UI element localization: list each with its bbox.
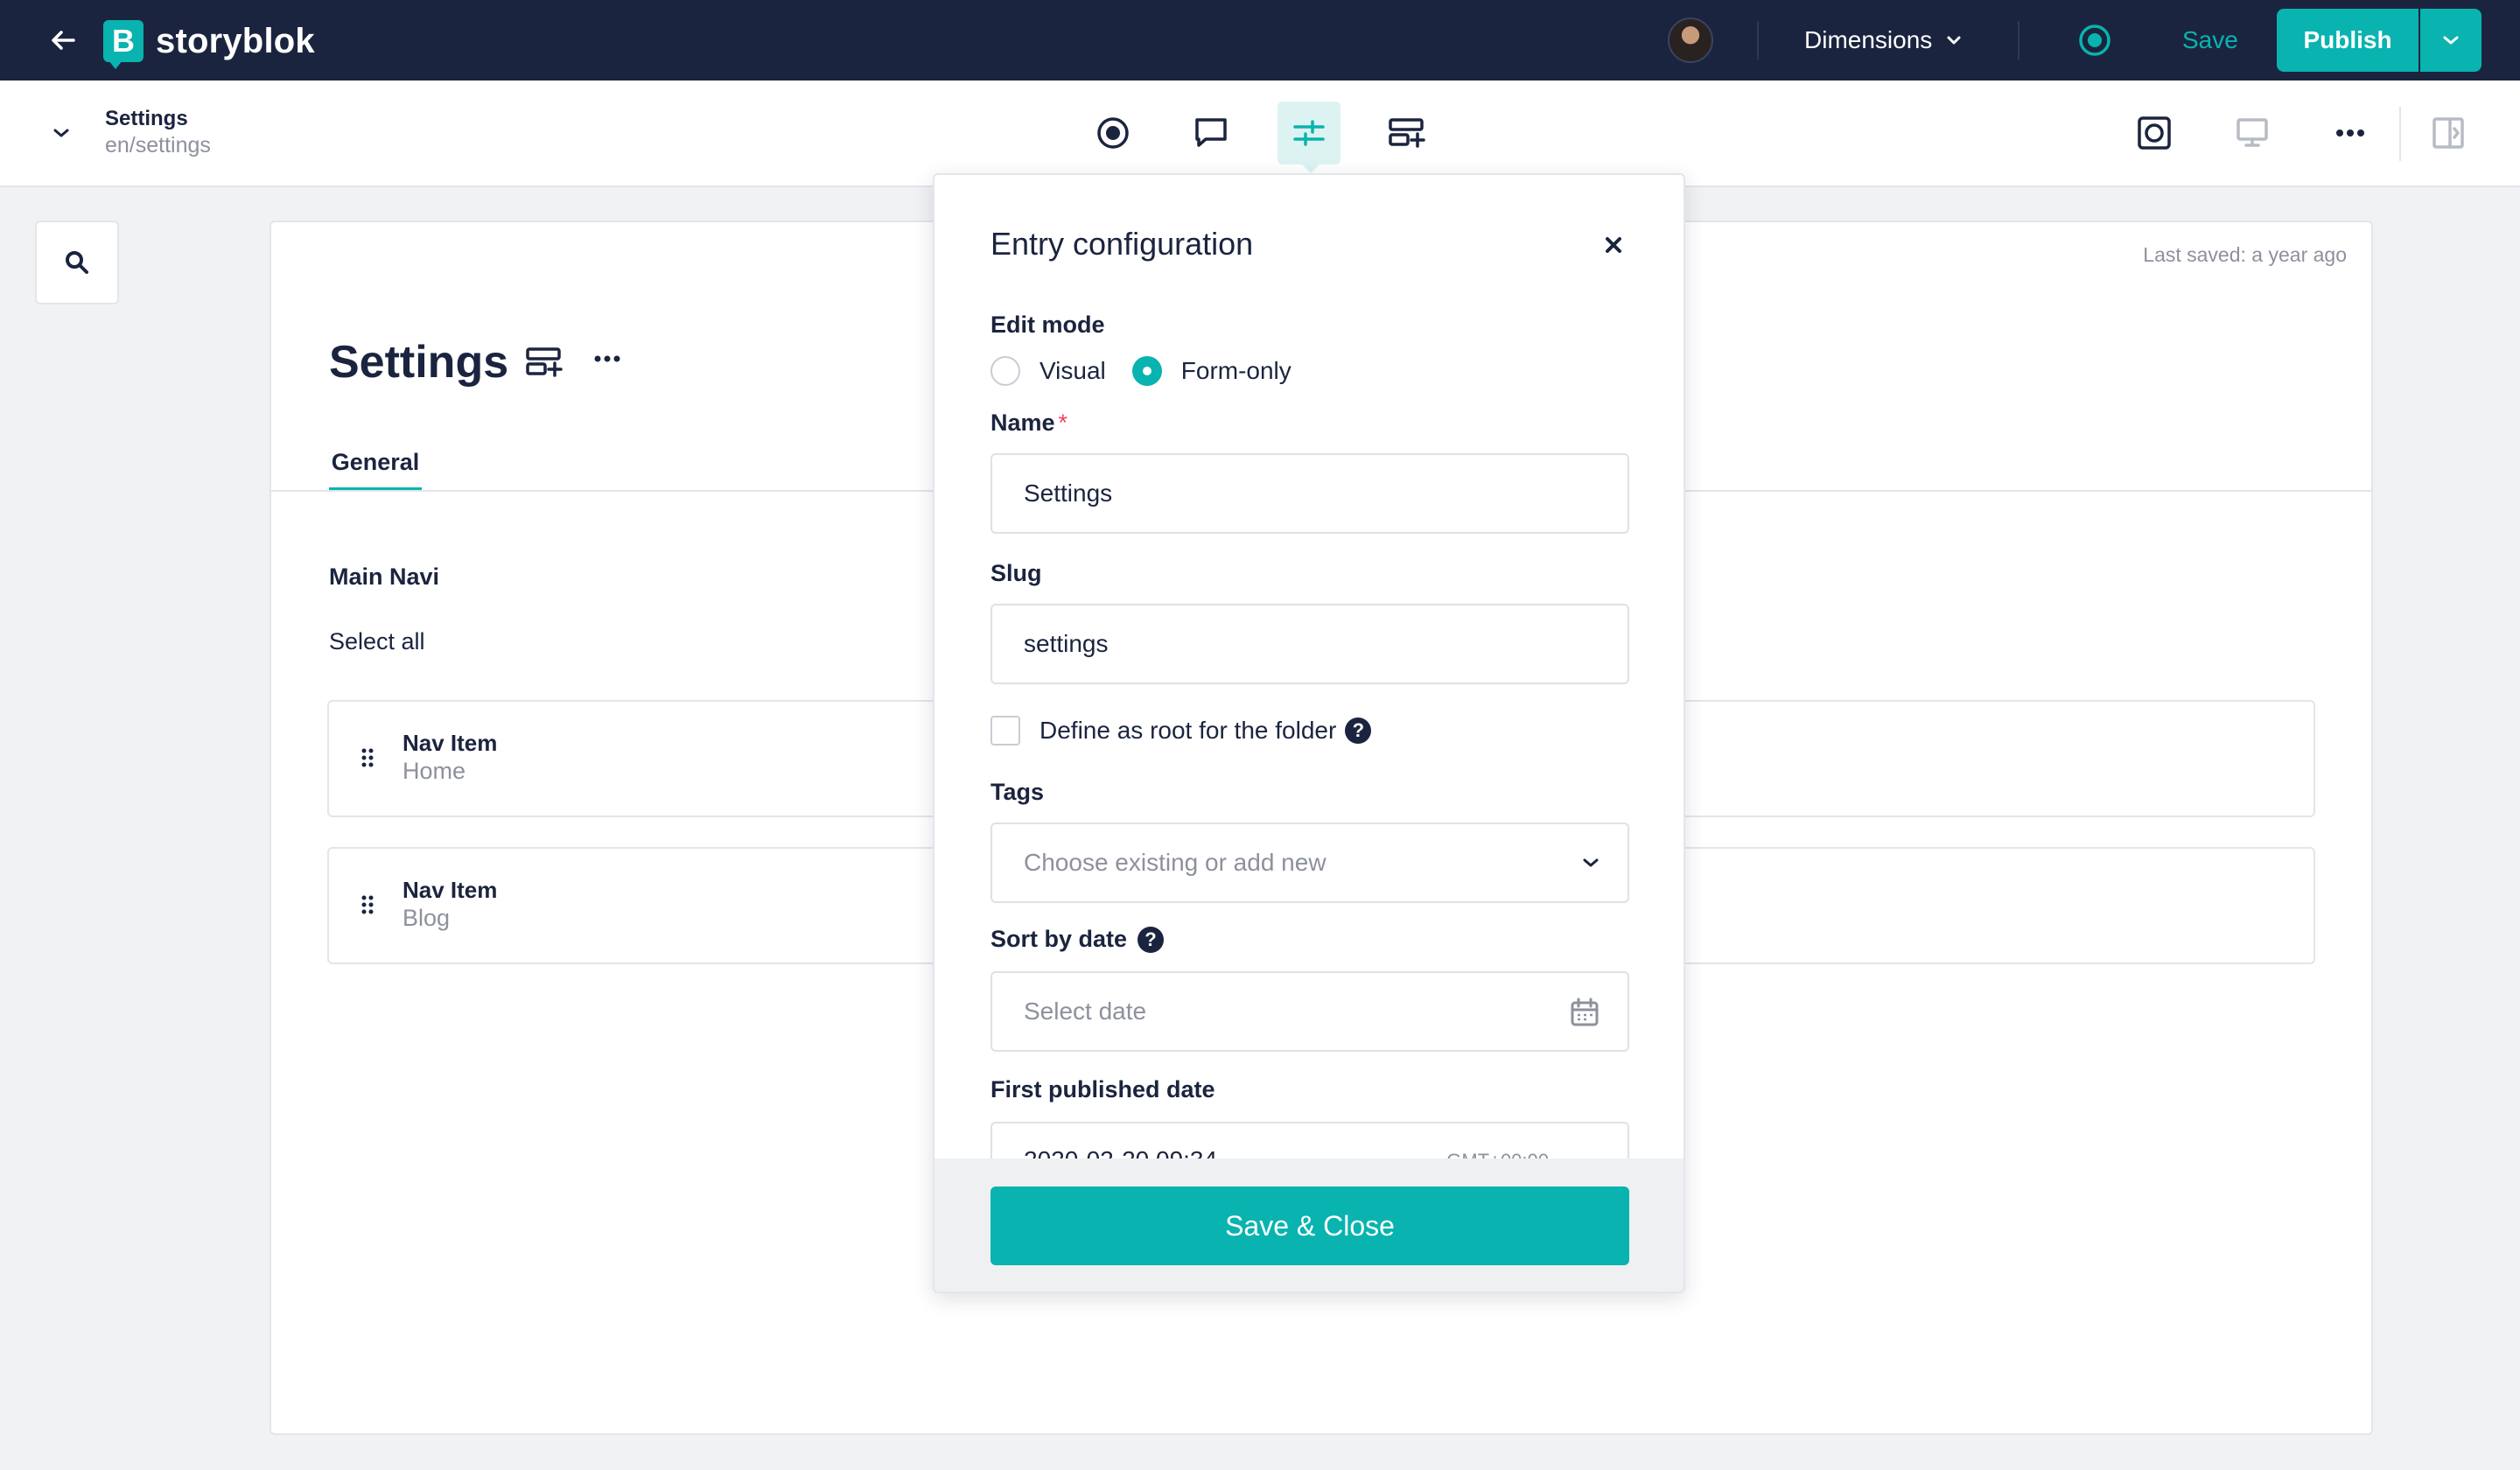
field-label: Main Navi <box>329 564 440 590</box>
list-item-subtitle: Blog <box>402 905 451 931</box>
slug-label: Slug <box>990 560 1042 586</box>
close-icon[interactable] <box>1596 228 1631 262</box>
publish-button[interactable]: Publish <box>2277 9 2418 72</box>
modal-title: Entry configuration <box>990 226 1254 262</box>
modal-footer: Save & Close <box>934 1158 1684 1292</box>
story-title: Settings <box>105 107 188 130</box>
back-arrow-icon[interactable] <box>42 19 84 61</box>
edit-mode-radio-group: Visual Form-only <box>990 354 1318 388</box>
radio-form-only[interactable] <box>1131 356 1162 386</box>
list-item-subtitle: Home <box>402 758 466 784</box>
more-options-button[interactable] <box>2319 102 2382 164</box>
add-block-icon <box>1389 118 1425 148</box>
desktop-icon <box>2236 118 2268 147</box>
avatar[interactable] <box>1668 18 1713 63</box>
last-saved-text: Last saved: a year ago <box>2143 243 2347 266</box>
tags-placeholder: Choose existing or add new <box>1024 849 1326 876</box>
first-published-label: First published date <box>990 1076 1215 1102</box>
select-all-link[interactable]: Select all <box>329 628 425 655</box>
story-path: en/settings <box>105 133 211 158</box>
entry-configuration-modal: Entry configuration Edit mode Visual For… <box>933 173 1685 1293</box>
tags-select[interactable]: Choose existing or add new <box>990 822 1629 903</box>
logo-text: storyblok <box>156 21 315 60</box>
divider <box>1757 21 1759 60</box>
tab-general[interactable]: General <box>329 443 422 492</box>
comments-tool-button[interactable] <box>1180 102 1242 164</box>
tags-label: Tags <box>990 779 1045 805</box>
sort-by-date-placeholder: Select date <box>1024 998 1147 1025</box>
dimensions-dropdown[interactable]: Dimensions <box>1804 19 1962 61</box>
publish-options-button[interactable] <box>2420 9 2482 72</box>
status-tool-button[interactable] <box>1082 102 1144 164</box>
config-tool-button[interactable] <box>1278 102 1340 173</box>
edit-mode-label: Edit mode <box>990 312 1105 338</box>
slug-field-value: settings <box>1024 630 1109 657</box>
sort-by-date-field[interactable]: Select date <box>990 971 1629 1052</box>
divider <box>2018 21 2020 60</box>
required-mark: * <box>1058 410 1068 436</box>
root-folder-checkbox[interactable] <box>990 716 1020 746</box>
sidebar-icon <box>2432 117 2464 149</box>
drag-handle-icon[interactable] <box>360 747 374 768</box>
sliders-icon <box>1293 120 1325 146</box>
sort-by-date-label: Sort by date <box>990 926 1128 952</box>
add-block-icon[interactable] <box>525 345 564 384</box>
divider <box>2399 107 2401 161</box>
chevron-down-icon <box>1583 858 1599 867</box>
status-dot-icon[interactable] <box>2076 21 2114 60</box>
help-icon[interactable]: ? <box>1138 926 1165 953</box>
sort-by-date-label-row: Sort by date ? <box>990 926 1165 953</box>
search-button[interactable] <box>35 220 119 304</box>
dimensions-label: Dimensions <box>1804 26 1933 53</box>
slug-field[interactable]: settings <box>990 604 1629 684</box>
frame-icon <box>2138 116 2171 150</box>
target-icon <box>1097 117 1129 149</box>
save-button[interactable]: Save <box>2182 21 2238 60</box>
collapse-toggle[interactable] <box>44 116 79 150</box>
editor-toolbar: Settings en/settings <box>0 80 2520 187</box>
chevron-down-icon <box>53 129 69 137</box>
list-item-title: Nav Item <box>402 730 498 756</box>
name-field[interactable]: Settings <box>990 453 1629 534</box>
help-icon[interactable]: ? <box>1345 718 1372 744</box>
root-folder-label[interactable]: Define as root for the folder <box>1040 717 1336 745</box>
list-item-title: Nav Item <box>402 877 498 903</box>
more-icon[interactable] <box>593 352 621 368</box>
toggle-sidebar-button[interactable] <box>2417 102 2480 164</box>
save-close-button[interactable]: Save & Close <box>990 1186 1629 1265</box>
calendar-icon[interactable] <box>1570 998 1600 1027</box>
search-icon <box>66 251 88 274</box>
more-icon <box>2336 130 2364 136</box>
chevron-down-icon <box>1947 36 1961 45</box>
name-label-text: Name <box>990 410 1055 436</box>
comment-icon <box>1195 118 1227 147</box>
storyblok-logo[interactable]: B storyblok <box>103 19 315 69</box>
chevron-down-icon <box>2443 36 2459 45</box>
preview-frame-button[interactable] <box>2123 102 2186 164</box>
top-bar: B storyblok Dimensions Save Publish <box>0 0 2520 80</box>
radio-visual-label[interactable]: Visual <box>1040 357 1106 385</box>
drag-handle-icon[interactable] <box>360 894 374 915</box>
root-folder-row: Define as root for the folder ? <box>990 714 1372 747</box>
logo-mark: B <box>103 20 144 69</box>
name-label: Name * <box>990 410 1068 437</box>
name-field-value: Settings <box>1024 480 1113 507</box>
page-title: Settings <box>329 337 509 388</box>
radio-visual[interactable] <box>990 356 1020 386</box>
blocks-tool-button[interactable] <box>1376 102 1438 164</box>
device-button[interactable] <box>2221 102 2284 164</box>
radio-form-only-label[interactable]: Form-only <box>1181 357 1292 385</box>
